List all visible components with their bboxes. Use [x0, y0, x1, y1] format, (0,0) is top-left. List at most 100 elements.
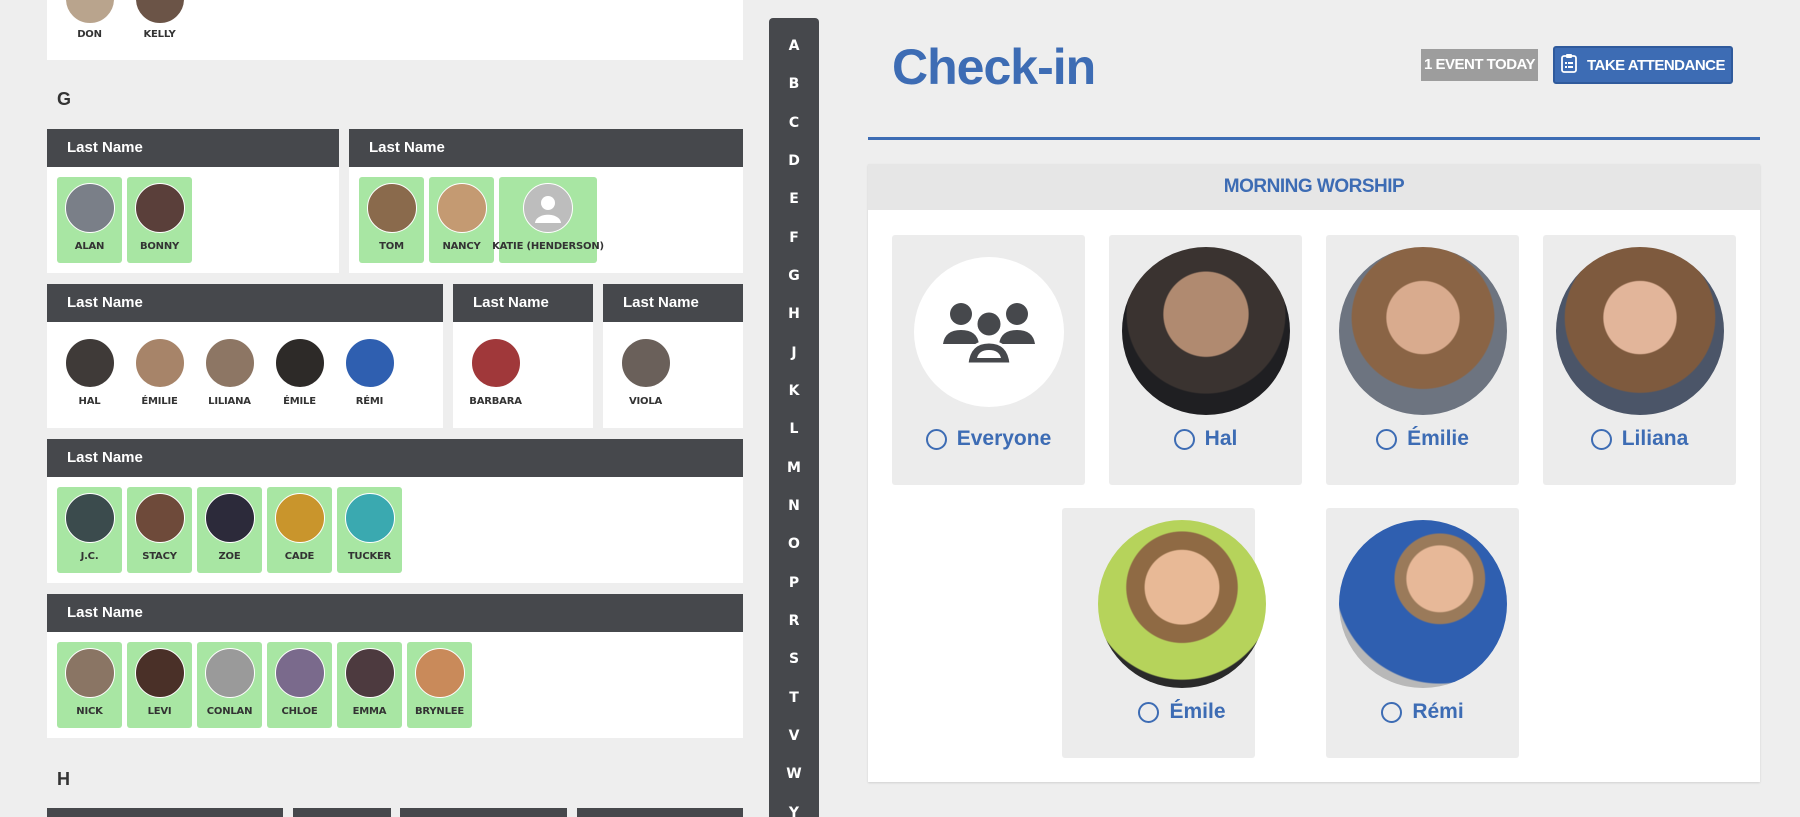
member-photo — [64, 648, 115, 698]
alpha-letter-f[interactable]: F — [769, 230, 819, 246]
clipboard-icon — [1561, 53, 1577, 77]
member-photo — [470, 338, 521, 388]
alpha-letter-n[interactable]: N — [769, 498, 819, 514]
radio-icon[interactable] — [1173, 428, 1195, 450]
alpha-letter-h[interactable]: H — [769, 306, 819, 322]
family-card: Last Name HAL ÉMILIE LILIANA ÉMILE RÉMI — [47, 284, 443, 428]
member-name: RÉMI — [355, 396, 384, 407]
member-tile[interactable]: STACY — [127, 487, 192, 573]
radio-icon[interactable] — [1376, 428, 1398, 450]
radio-icon[interactable] — [925, 428, 947, 450]
member-photo — [620, 338, 671, 388]
family-header — [293, 808, 391, 817]
member-name: VIOLA — [628, 396, 663, 407]
take-attendance-button[interactable]: TAKE ATTENDANCE — [1553, 46, 1733, 84]
alpha-letter-w[interactable]: W — [769, 766, 819, 782]
checkin-tile-liliana[interactable]: Liliana — [1543, 235, 1736, 485]
member-photo — [134, 648, 185, 698]
person-name: Émilie — [1407, 427, 1469, 450]
alpha-letter-s[interactable]: S — [769, 651, 819, 667]
member-tile[interactable]: NICK — [57, 642, 122, 728]
member-name: LEVI — [147, 706, 172, 717]
alpha-letter-a[interactable]: A — [769, 38, 819, 54]
alpha-letter-d[interactable]: D — [769, 153, 819, 169]
alpha-letter-k[interactable]: K — [769, 383, 819, 399]
member-photo — [134, 493, 185, 543]
checkin-label: Hal — [1109, 427, 1302, 451]
member-tile[interactable]: BRYNLEE — [407, 642, 472, 728]
member-photo — [344, 338, 395, 388]
alpha-letter-p[interactable]: P — [769, 575, 819, 591]
alpha-letter-y[interactable]: Y — [769, 805, 819, 817]
alpha-letter-t[interactable]: T — [769, 690, 819, 706]
event-name: MORNING WORSHIP — [868, 164, 1760, 210]
member-name: CONLAN — [206, 706, 253, 717]
member-tile[interactable]: CADE — [267, 487, 332, 573]
checkin-label: Everyone — [892, 427, 1085, 451]
member-tile[interactable]: J.C. — [57, 487, 122, 573]
alpha-letter-b[interactable]: B — [769, 76, 819, 92]
member-name: BONNY — [139, 241, 180, 252]
member-tile[interactable]: NANCY — [429, 177, 494, 263]
member-name: TOM — [379, 241, 404, 252]
alpha-letter-o[interactable]: O — [769, 536, 819, 552]
member-tile[interactable]: LILIANA — [197, 332, 262, 418]
member-photo — [204, 338, 255, 388]
member-tile[interactable]: ZOE — [197, 487, 262, 573]
page-title: Check-in — [892, 39, 1096, 95]
member-name: J.C. — [80, 551, 99, 562]
alpha-letter-e[interactable]: E — [769, 191, 819, 207]
family-directory: DON KELLY G Last Name ALAN BONNY Last Na… — [0, 0, 760, 817]
checkin-tile-remi[interactable]: Rémi — [1326, 508, 1519, 758]
member-photo — [344, 648, 395, 698]
member-photo — [366, 183, 417, 233]
person-name: Everyone — [956, 427, 1052, 450]
member-tile[interactable]: LEVI — [127, 642, 192, 728]
alpha-letter-g[interactable]: G — [769, 268, 819, 284]
member-name: ALAN — [74, 241, 105, 252]
alpha-letter-m[interactable]: M — [769, 460, 819, 476]
member-tile[interactable]: CHLOE — [267, 642, 332, 728]
member-tile[interactable]: EMMA — [337, 642, 402, 728]
alpha-letter-j[interactable]: J — [769, 345, 819, 361]
member-photo — [134, 183, 185, 233]
radio-icon[interactable] — [1138, 701, 1160, 723]
checkin-tile-emile[interactable]: Émile — [1062, 508, 1266, 758]
member-photo — [274, 648, 325, 698]
family-header: Last Name — [349, 129, 743, 167]
member-name: CHLOE — [281, 706, 318, 717]
checkin-tile-everyone[interactable]: Everyone — [892, 235, 1085, 485]
member-tile[interactable]: TUCKER — [337, 487, 402, 573]
member-name: KELLY — [143, 29, 176, 40]
member-photo — [414, 648, 465, 698]
member-tile[interactable]: CONLAN — [197, 642, 262, 728]
alpha-letter-l[interactable]: L — [769, 421, 819, 437]
checkin-tile-hal[interactable]: Hal — [1109, 235, 1302, 485]
alpha-letter-c[interactable]: C — [769, 115, 819, 131]
alpha-letter-v[interactable]: V — [769, 728, 819, 744]
family-card: DON KELLY — [47, 0, 743, 60]
family-header: Last Name — [47, 439, 743, 477]
member-photo — [64, 183, 115, 233]
member-tile[interactable]: TOM — [359, 177, 424, 263]
member-name: DON — [77, 29, 102, 40]
member-tile[interactable]: ALAN — [57, 177, 122, 263]
member-tile[interactable]: BONNY — [127, 177, 192, 263]
alpha-letter-r[interactable]: R — [769, 613, 819, 629]
member-tile[interactable]: ÉMILE — [267, 332, 332, 418]
member-tile[interactable]: RÉMI — [337, 332, 402, 418]
member-tile[interactable]: KATIE (HENDERSON) — [492, 177, 604, 263]
radio-icon[interactable] — [1590, 428, 1612, 450]
checkin-tile-emilie[interactable]: Émilie — [1326, 235, 1519, 485]
member-tile[interactable]: ÉMILIE — [127, 332, 192, 418]
family-header: Last Name — [47, 284, 443, 322]
group-icon — [914, 257, 1064, 407]
family-card: Last Name ALAN BONNY — [47, 129, 339, 273]
member-tile[interactable]: HAL — [57, 332, 122, 418]
member-tile[interactable]: VIOLA — [613, 332, 678, 418]
radio-icon[interactable] — [1381, 701, 1403, 723]
family-card: Last Name TOM NANCY KATIE (HENDERSON) — [349, 129, 743, 273]
family-header — [577, 808, 743, 817]
member-tile[interactable]: BARBARA — [463, 332, 528, 418]
event-panel: MORNING WORSHIP Everyone Hal Émilie Lili… — [868, 164, 1760, 782]
